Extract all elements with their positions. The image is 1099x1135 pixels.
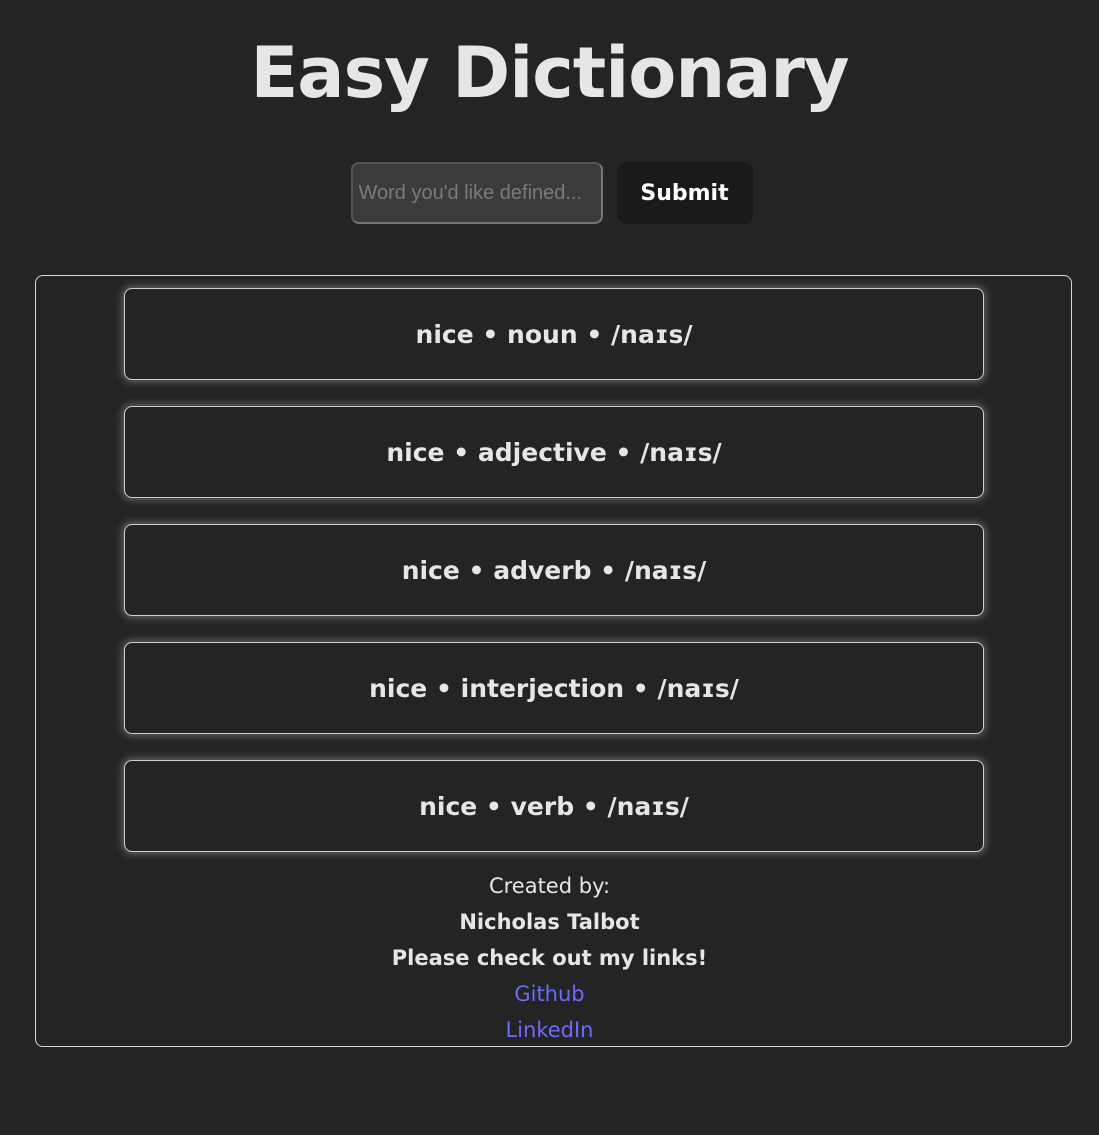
result-label: nice • adverb • /naɪs/ — [401, 555, 707, 585]
result-label: nice • verb • /naɪs/ — [419, 791, 689, 821]
linkedin-link[interactable]: LinkedIn — [505, 1018, 593, 1042]
search-form: Submit — [0, 162, 1099, 224]
result-label: nice • interjection • /naɪs/ — [369, 673, 739, 703]
result-card-adverb[interactable]: nice • adverb • /naɪs/ — [124, 524, 984, 616]
result-card-adjective[interactable]: nice • adjective • /naɪs/ — [124, 406, 984, 498]
links-prompt: Please check out my links! — [391, 946, 708, 970]
author-name: Nicholas Talbot — [459, 910, 640, 934]
footer: Created by: Nicholas Talbot Please check… — [0, 868, 1099, 1048]
submit-button[interactable]: Submit — [616, 162, 753, 224]
result-card-interjection[interactable]: nice • interjection • /naɪs/ — [124, 642, 984, 734]
page-title: Easy Dictionary — [250, 32, 849, 114]
result-label: nice • adjective • /naɪs/ — [386, 437, 722, 467]
word-input[interactable] — [350, 162, 603, 224]
page: Easy Dictionary Submit nice • noun • /na… — [0, 0, 1099, 1135]
result-label: nice • noun • /naɪs/ — [415, 319, 693, 349]
created-by-label: Created by: — [488, 874, 611, 898]
github-link[interactable]: Github — [514, 982, 584, 1006]
result-card-noun[interactable]: nice • noun • /naɪs/ — [124, 288, 984, 380]
result-card-verb[interactable]: nice • verb • /naɪs/ — [124, 760, 984, 852]
